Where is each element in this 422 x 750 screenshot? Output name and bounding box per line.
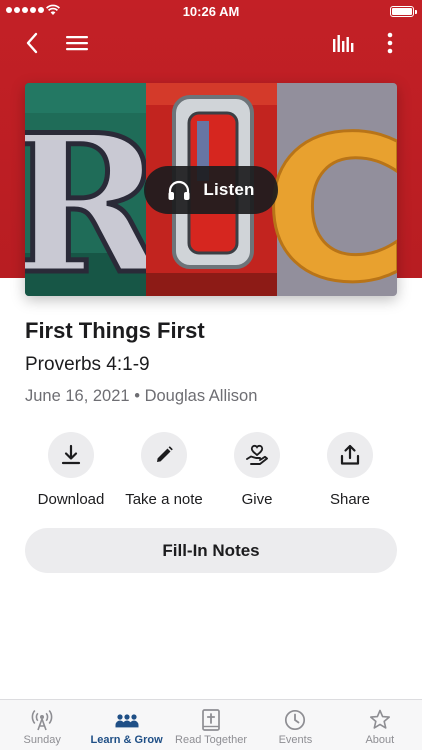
sermon-scripture: Proverbs 4:1-9 bbox=[25, 354, 150, 375]
battery-icon bbox=[390, 6, 417, 17]
listen-button[interactable]: Listen bbox=[144, 166, 278, 214]
tab-about-label: About bbox=[365, 734, 395, 746]
tab-learn-and-grow-label: Learn & Grow bbox=[90, 734, 163, 746]
sermon-speaker: Douglas Allison bbox=[144, 387, 258, 405]
sermon-date: June 16, 2021 bbox=[25, 387, 130, 405]
give-label: Give bbox=[241, 491, 273, 508]
tab-learn-and-grow[interactable]: Learn & Grow bbox=[84, 700, 168, 750]
clock-icon bbox=[285, 709, 306, 731]
status-time: 10:26 AM bbox=[182, 4, 240, 19]
star-icon bbox=[369, 709, 390, 729]
download-circle[interactable] bbox=[48, 432, 94, 478]
meta-separator: • bbox=[134, 387, 140, 405]
tab-read-together[interactable]: Read Together bbox=[169, 700, 253, 750]
headphones-icon bbox=[168, 180, 190, 200]
heart-hand-icon bbox=[246, 444, 268, 465]
take-note-label: Take a note bbox=[125, 491, 203, 508]
download-icon bbox=[61, 444, 81, 465]
tab-about[interactable]: About bbox=[338, 700, 422, 750]
back-chevron-icon bbox=[26, 32, 38, 54]
share-icon bbox=[340, 444, 360, 465]
tab-read-together-label: Read Together bbox=[175, 734, 247, 746]
bottom-tab-bar: Sunday Learn & Grow Read Together Events… bbox=[0, 699, 422, 750]
more-options-button[interactable] bbox=[372, 26, 408, 60]
hamburger-menu-icon bbox=[66, 36, 88, 51]
share-circle[interactable] bbox=[327, 432, 373, 478]
download-label: Download bbox=[37, 491, 105, 508]
share-label: Share bbox=[329, 491, 371, 508]
tab-sunday-label: Sunday bbox=[23, 734, 61, 746]
more-vertical-icon bbox=[387, 32, 393, 54]
listen-label: Listen bbox=[203, 180, 255, 199]
tab-events-label: Events bbox=[278, 734, 313, 746]
menu-button[interactable] bbox=[59, 26, 95, 60]
give-circle[interactable] bbox=[234, 432, 280, 478]
back-button[interactable] bbox=[14, 26, 50, 60]
bible-icon bbox=[202, 709, 220, 731]
broadcast-icon bbox=[31, 709, 53, 731]
sermon-meta: June 16, 2021 • Douglas Allison bbox=[25, 387, 257, 406]
letter-c: C bbox=[264, 94, 397, 296]
fill-in-notes-button[interactable]: Fill-In Notes bbox=[25, 528, 397, 573]
sermon-title: First Things First bbox=[25, 318, 205, 343]
audio-bars-icon bbox=[333, 35, 354, 52]
group-icon bbox=[115, 714, 139, 728]
tab-sunday[interactable]: Sunday bbox=[0, 700, 84, 750]
tab-events[interactable]: Events bbox=[253, 700, 337, 750]
status-bar: 10:26 AM bbox=[0, 0, 422, 22]
take-note-circle[interactable] bbox=[141, 432, 187, 478]
share-button[interactable]: Share bbox=[295, 432, 405, 508]
audio-bars-button[interactable] bbox=[326, 26, 362, 60]
pencil-icon bbox=[157, 446, 173, 462]
